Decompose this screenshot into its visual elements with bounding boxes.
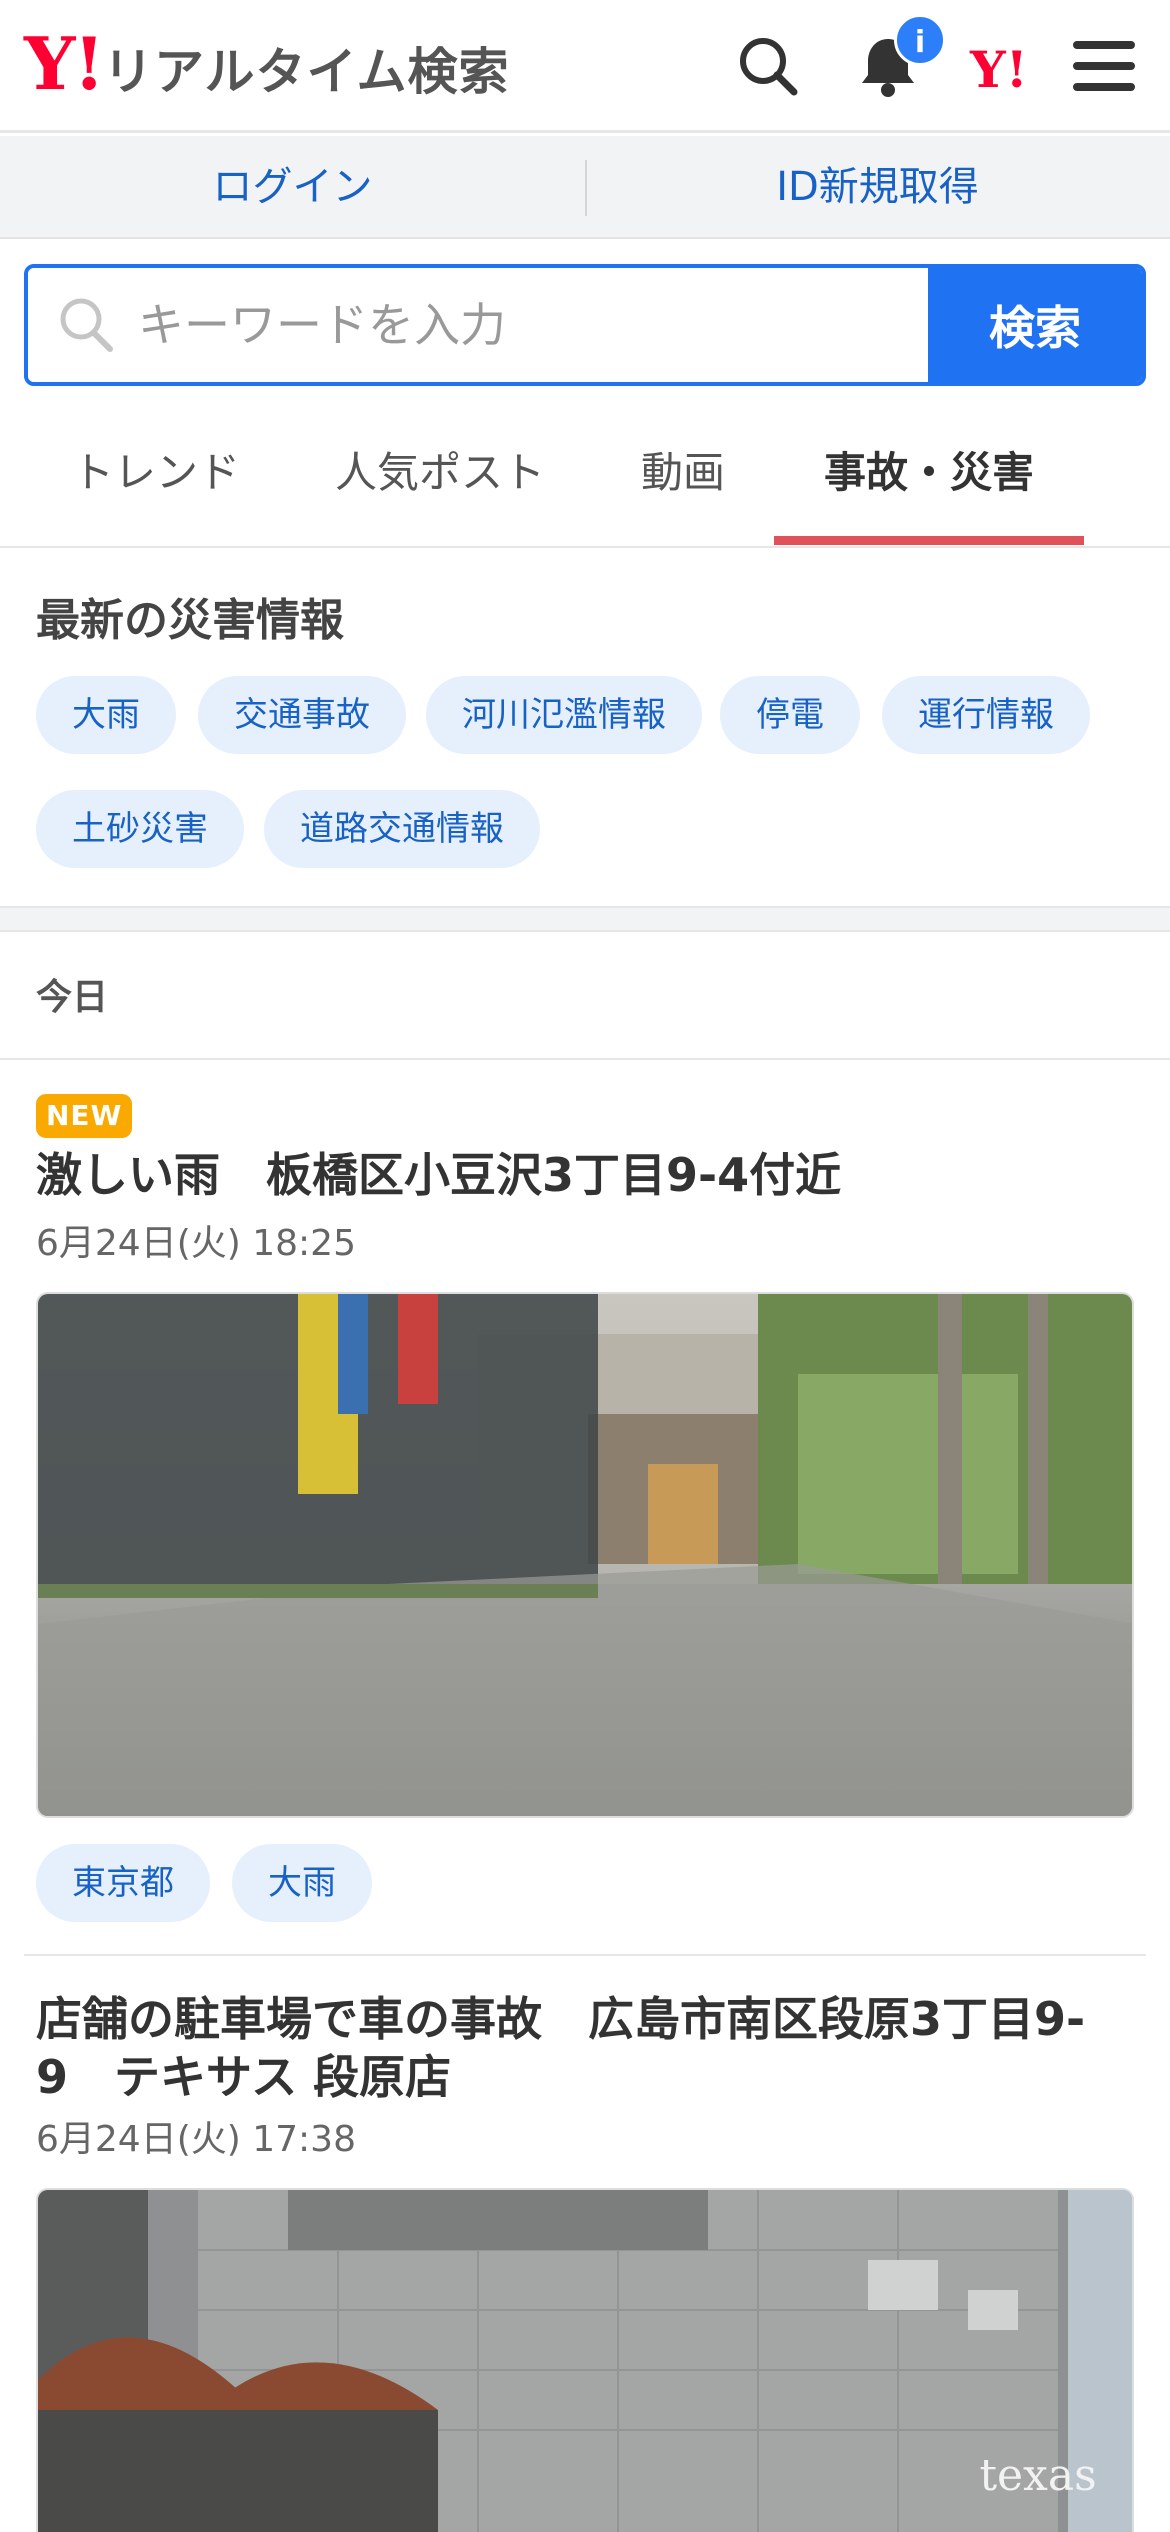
chip-traffic-accident[interactable]: 交通事故 — [198, 676, 406, 754]
search-field[interactable] — [28, 268, 938, 382]
post-image-store-building[interactable]: texas — [36, 2188, 1134, 2532]
new-badge: NEW — [36, 1094, 133, 1138]
login-bar: ログイン ID新規取得 — [0, 136, 1170, 239]
texas-store-sign: texas — [979, 2450, 1096, 2501]
post-timestamp: 6月24日(火) 18:25 — [36, 1223, 356, 1264]
tab-video[interactable]: 動画 — [608, 400, 758, 548]
chip-heavy-rain[interactable]: 大雨 — [36, 676, 176, 754]
yahoo-japan-icon[interactable]: Y! — [970, 40, 1028, 99]
post-divider — [24, 1954, 1146, 1956]
logo-mark: Y! — [24, 21, 105, 106]
logo-text: リアルタイム検索 — [103, 43, 510, 101]
chip-road-traffic[interactable]: 道路交通情報 — [264, 790, 540, 868]
post-title[interactable]: 店舗の駐車場で車の事故 広島市南区段原3丁目9- 9 テキサス 段原店 — [36, 1990, 1136, 2106]
post-timestamp: 6月24日(火) 17:38 — [36, 2119, 356, 2160]
chip-landslide[interactable]: 土砂災害 — [36, 790, 244, 868]
tag-heavy-rain[interactable]: 大雨 — [232, 1844, 372, 1922]
yahoo-realtime-logo[interactable]: Y! リアルタイム検索 — [24, 28, 510, 104]
divider — [0, 1058, 1170, 1060]
search-icon[interactable] — [732, 30, 804, 102]
search-button[interactable]: 検索 — [928, 268, 1142, 382]
category-tabs: トレンド 人気ポスト 動画 事故・災害 — [0, 400, 1170, 548]
chip-river-flood[interactable]: 河川氾濫情報 — [426, 676, 702, 754]
tab-popular-posts[interactable]: 人気ポスト — [322, 400, 558, 548]
post-image-rain-street[interactable] — [36, 1292, 1134, 1818]
date-section-label: 今日 — [36, 977, 109, 1018]
disaster-info-title: 最新の災害情報 — [36, 595, 344, 646]
post-title-line: 9 テキサス 段原店 — [36, 2050, 452, 2104]
active-tab-indicator — [774, 536, 1084, 545]
tag-tokyo[interactable]: 東京都 — [36, 1844, 210, 1922]
search-input[interactable] — [138, 268, 938, 382]
chip-power-outage[interactable]: 停電 — [720, 676, 860, 754]
search-field-icon — [58, 296, 114, 358]
register-id-link[interactable]: ID新規取得 — [585, 136, 1170, 239]
search-box: 検索 — [24, 264, 1146, 386]
section-gap — [0, 906, 1170, 932]
app-header: Y! リアルタイム検索 i Y! — [0, 0, 1170, 133]
chip-service-info[interactable]: 運行情報 — [882, 676, 1090, 754]
post-title[interactable]: 激しい雨 板橋区小豆沢3丁目9-4付近 — [36, 1146, 1136, 1204]
tab-accident-disaster[interactable]: 事故・災害 — [774, 400, 1084, 548]
login-link[interactable]: ログイン — [0, 136, 585, 239]
notification-badge: i — [894, 14, 946, 66]
menu-icon[interactable] — [1068, 30, 1140, 102]
post-title-line: 店舗の駐車場で車の事故 広島市南区段原3丁目9- — [36, 1992, 1086, 2046]
tab-trend[interactable]: トレンド — [36, 400, 276, 548]
